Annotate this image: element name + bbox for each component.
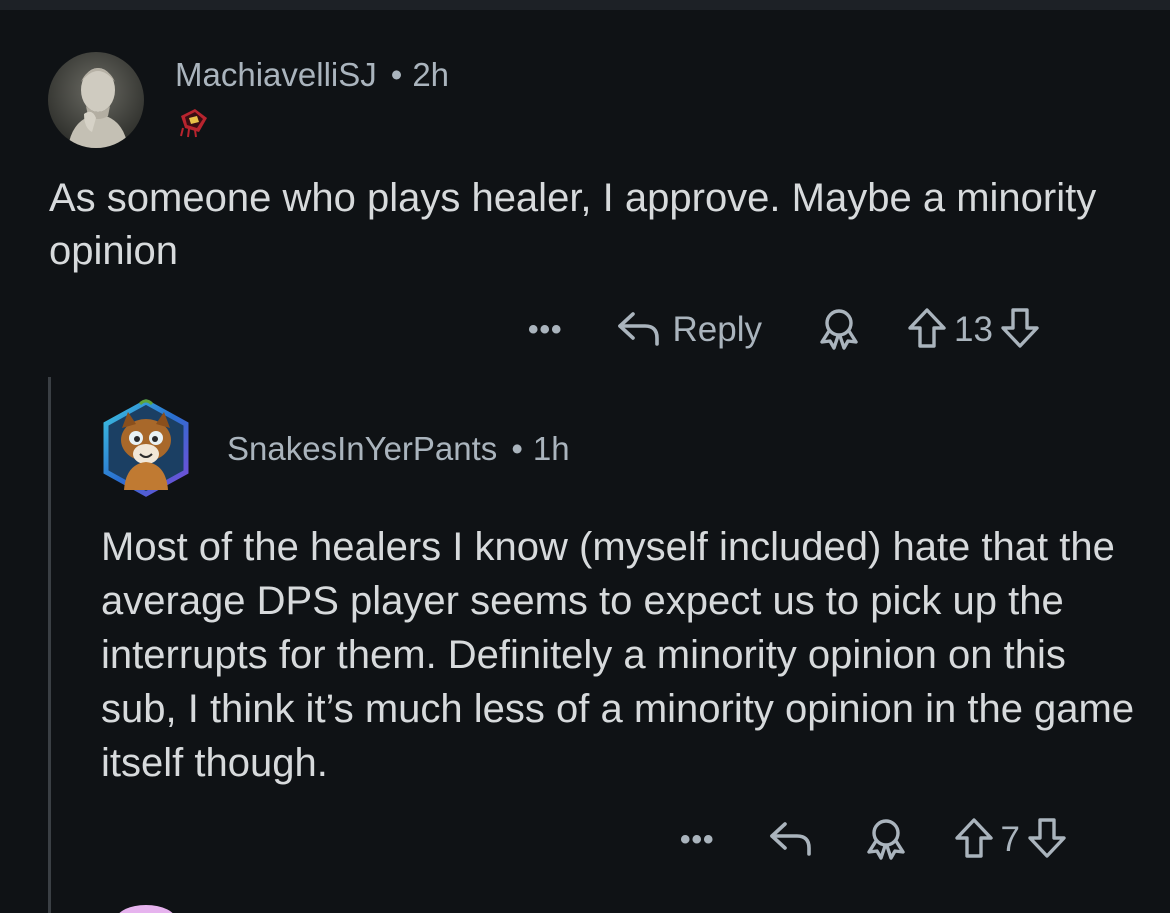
reply-button[interactable] <box>767 818 815 863</box>
thread-line[interactable] <box>48 377 51 913</box>
award-icon[interactable] <box>816 306 862 355</box>
comment-actions: ••• 7 <box>680 810 1068 870</box>
vote-count: 13 <box>954 310 993 349</box>
top-divider <box>0 0 1170 10</box>
meta-separator: • <box>511 430 523 467</box>
vote-count: 7 <box>1000 820 1020 859</box>
username-link[interactable]: SnakesInYerPants <box>227 430 497 467</box>
upvote-arrow-icon[interactable] <box>906 306 948 355</box>
flair-badge-icon <box>177 106 211 138</box>
comment-actions: ••• Reply 13 <box>528 300 1041 360</box>
upvote-arrow-icon[interactable] <box>953 816 995 865</box>
timestamp[interactable]: 1h <box>533 430 570 467</box>
user-avatar[interactable] <box>48 52 144 148</box>
next-comment-avatar <box>116 905 176 913</box>
comment-body: As someone who plays healer, I approve. … <box>49 176 1097 273</box>
downvote-arrow-icon[interactable] <box>999 306 1041 355</box>
timestamp[interactable]: 2h <box>412 56 449 93</box>
award-icon[interactable] <box>863 816 909 865</box>
reply-arrow-icon <box>769 821 811 856</box>
comment-body: Most of the healers I know (myself inclu… <box>101 525 1135 785</box>
username-link[interactable]: MachiavelliSJ <box>175 56 377 93</box>
reply-button[interactable]: Reply <box>615 308 762 353</box>
reply-label: Reply <box>672 310 762 349</box>
more-options-button[interactable]: ••• <box>528 313 563 347</box>
user-avatar[interactable] <box>100 398 192 498</box>
meta-separator: • <box>390 56 403 93</box>
comment-meta: SnakesInYerPants • 1h <box>227 430 570 468</box>
more-options-button[interactable]: ••• <box>680 823 715 857</box>
comment-meta: MachiavelliSJ • 2h <box>175 56 449 94</box>
reply-arrow-icon <box>615 308 663 353</box>
downvote-arrow-icon[interactable] <box>1026 816 1068 865</box>
